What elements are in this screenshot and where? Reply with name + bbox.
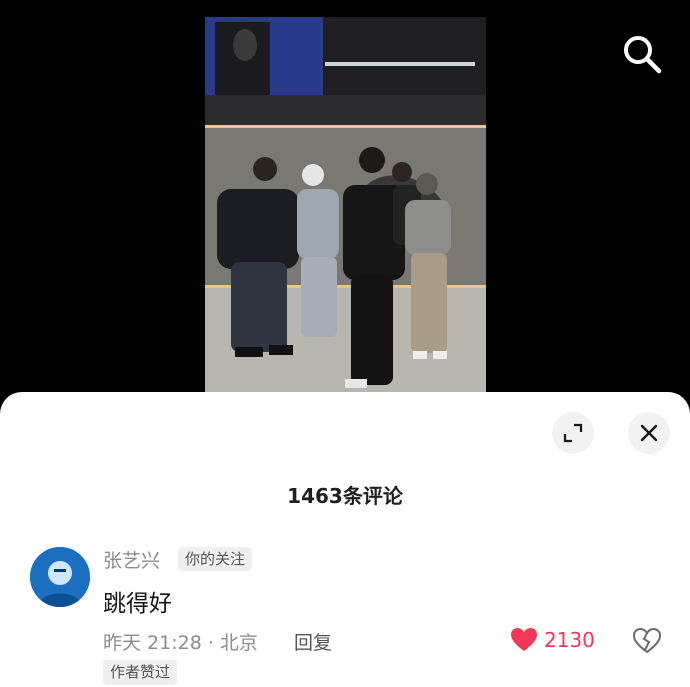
like-button[interactable]: 2130 — [510, 627, 595, 652]
video-player[interactable] — [205, 17, 486, 392]
comment-count-title: 1463条评论 — [287, 484, 403, 508]
close-button[interactable] — [628, 412, 670, 454]
broken-heart-icon — [632, 627, 662, 654]
video-thumbnail — [205, 17, 486, 392]
dislike-button[interactable] — [632, 627, 662, 654]
expand-icon — [563, 423, 583, 443]
search-icon — [624, 36, 662, 74]
follow-badge: 你的关注 — [178, 547, 253, 571]
like-count: 2130 — [544, 627, 595, 652]
expand-button[interactable] — [552, 412, 594, 454]
comment-time-location: 昨天 21:28 · 北京 — [103, 632, 258, 654]
close-icon — [640, 424, 658, 442]
heart-icon — [511, 628, 537, 651]
comment-author[interactable]: 张艺兴 — [103, 546, 160, 573]
search-button[interactable] — [620, 32, 664, 76]
reply-button[interactable]: 回复 — [294, 628, 332, 655]
avatar[interactable] — [30, 547, 90, 607]
avatar-image — [30, 547, 90, 607]
video-area[interactable] — [0, 0, 690, 400]
author-liked-badge: 作者赞过 — [103, 660, 178, 685]
comments-sheet: 1463条评论 张艺兴 你的关注 跳得好 昨天 21:28 · 北京 回复 21… — [0, 392, 690, 687]
comment-text: 跳得好 — [103, 591, 172, 617]
